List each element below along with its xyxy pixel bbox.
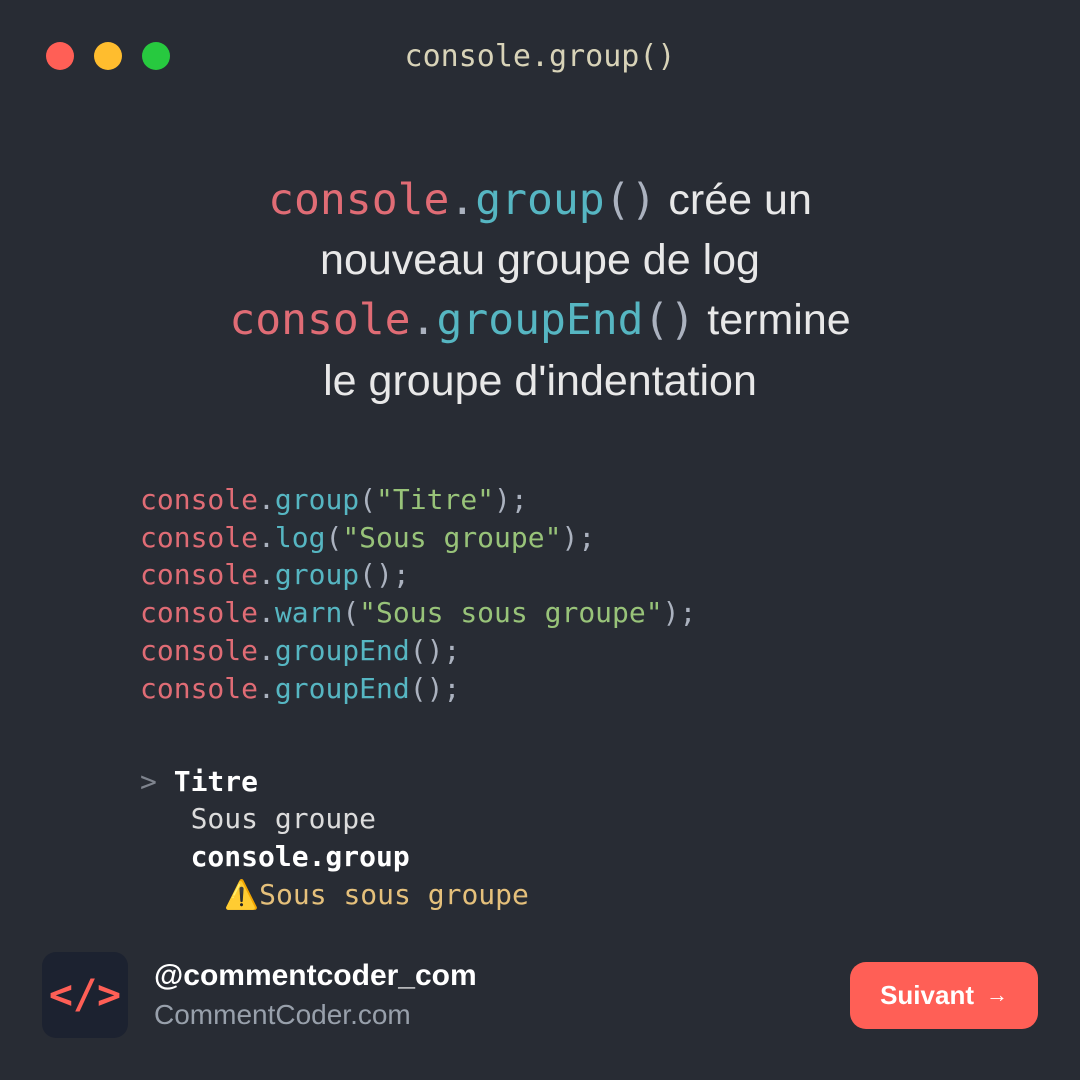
code-token-method: groupEnd	[436, 295, 643, 345]
output-group-title: Titre	[174, 765, 258, 798]
code-line: console.log("Sous groupe");	[140, 519, 1080, 557]
code-token-paren: (	[359, 558, 376, 591]
headline-line-4: le groupe d'indentation	[40, 351, 1040, 411]
console-output: > Titre Sous groupe console.group ⚠️Sous…	[140, 763, 1080, 914]
code-token-object: console	[268, 175, 449, 225]
code-token-dot: .	[449, 175, 475, 225]
code-token-dot: .	[258, 521, 275, 554]
code-block: console.group("Titre"); console.log("Sou…	[140, 481, 1080, 708]
output-group-label: console.group	[140, 838, 1080, 876]
code-token-string: "Sous groupe"	[342, 521, 561, 554]
code-token-object: console	[140, 672, 258, 705]
code-token-method: group	[275, 558, 359, 591]
zoom-icon[interactable]	[142, 42, 170, 70]
window-titlebar: console.group()	[0, 0, 1080, 70]
output-line: Sous groupe	[140, 800, 1080, 838]
traffic-lights	[46, 42, 170, 70]
code-token-dot: .	[258, 672, 275, 705]
chevron-icon: >	[140, 765, 157, 798]
headline-line-1: console.group() crée un	[40, 170, 1040, 230]
code-token-method: group	[475, 175, 604, 225]
output-warn-text: Sous sous groupe	[259, 878, 529, 911]
code-line: console.group();	[140, 556, 1080, 594]
code-token-method: groupEnd	[275, 672, 410, 705]
footer: </> @commentcoder_com CommentCoder.com S…	[42, 952, 1038, 1038]
code-token-dot: .	[411, 295, 437, 345]
brand-logo: </>	[42, 952, 128, 1038]
warning-icon: ⚠️	[224, 878, 259, 911]
code-token-paren: );	[427, 634, 461, 667]
arrow-right-icon: →	[986, 982, 1008, 1008]
close-icon[interactable]	[46, 42, 74, 70]
code-token-paren: (	[410, 672, 427, 705]
code-token-dot: .	[258, 558, 275, 591]
code-token-paren: (	[359, 483, 376, 516]
headline-text: crée un	[656, 176, 811, 224]
code-token-paren: );	[494, 483, 528, 516]
code-token-paren: (	[605, 175, 631, 225]
code-token-string: "Sous sous groupe"	[359, 596, 662, 629]
code-token-paren: );	[376, 558, 410, 591]
code-line: console.group("Titre");	[140, 481, 1080, 519]
code-token-method: groupEnd	[275, 634, 410, 667]
code-token-paren: (	[644, 295, 670, 345]
code-token-paren: );	[561, 521, 595, 554]
headline-block: console.group() crée un nouveau groupe d…	[0, 170, 1080, 411]
code-token-paren: (	[325, 521, 342, 554]
code-line: console.warn("Sous sous groupe");	[140, 594, 1080, 632]
code-line: console.groupEnd();	[140, 670, 1080, 708]
next-button-label: Suivant	[880, 980, 974, 1011]
output-line: > Titre	[140, 763, 1080, 801]
headline-text: termine	[695, 296, 850, 344]
site-url: CommentCoder.com	[154, 999, 477, 1031]
next-button[interactable]: Suivant →	[850, 962, 1038, 1029]
code-token-paren: (	[342, 596, 359, 629]
code-token-object: console	[140, 634, 258, 667]
code-token-method: warn	[275, 596, 342, 629]
social-handle: @commentcoder_com	[154, 959, 477, 993]
code-token-dot: .	[258, 596, 275, 629]
code-token-paren: );	[663, 596, 697, 629]
code-token-method: group	[275, 483, 359, 516]
code-token-object: console	[229, 295, 410, 345]
minimize-icon[interactable]	[94, 42, 122, 70]
headline-line-3: console.groupEnd() termine	[40, 290, 1040, 350]
code-line: console.groupEnd();	[140, 632, 1080, 670]
code-token-paren: )	[669, 295, 695, 345]
code-token-paren: )	[631, 175, 657, 225]
headline-line-2: nouveau groupe de log	[40, 230, 1040, 290]
code-token-dot: .	[258, 483, 275, 516]
code-token-object: console	[140, 558, 258, 591]
code-token-paren: (	[410, 634, 427, 667]
code-token-object: console	[140, 596, 258, 629]
code-token-object: console	[140, 483, 258, 516]
code-token-object: console	[140, 521, 258, 554]
output-warn-line: ⚠️Sous sous groupe	[140, 876, 1080, 914]
code-token-dot: .	[258, 634, 275, 667]
code-token-paren: );	[427, 672, 461, 705]
brand-block: @commentcoder_com CommentCoder.com	[154, 959, 477, 1031]
code-token-method: log	[275, 521, 326, 554]
code-token-string: "Titre"	[376, 483, 494, 516]
